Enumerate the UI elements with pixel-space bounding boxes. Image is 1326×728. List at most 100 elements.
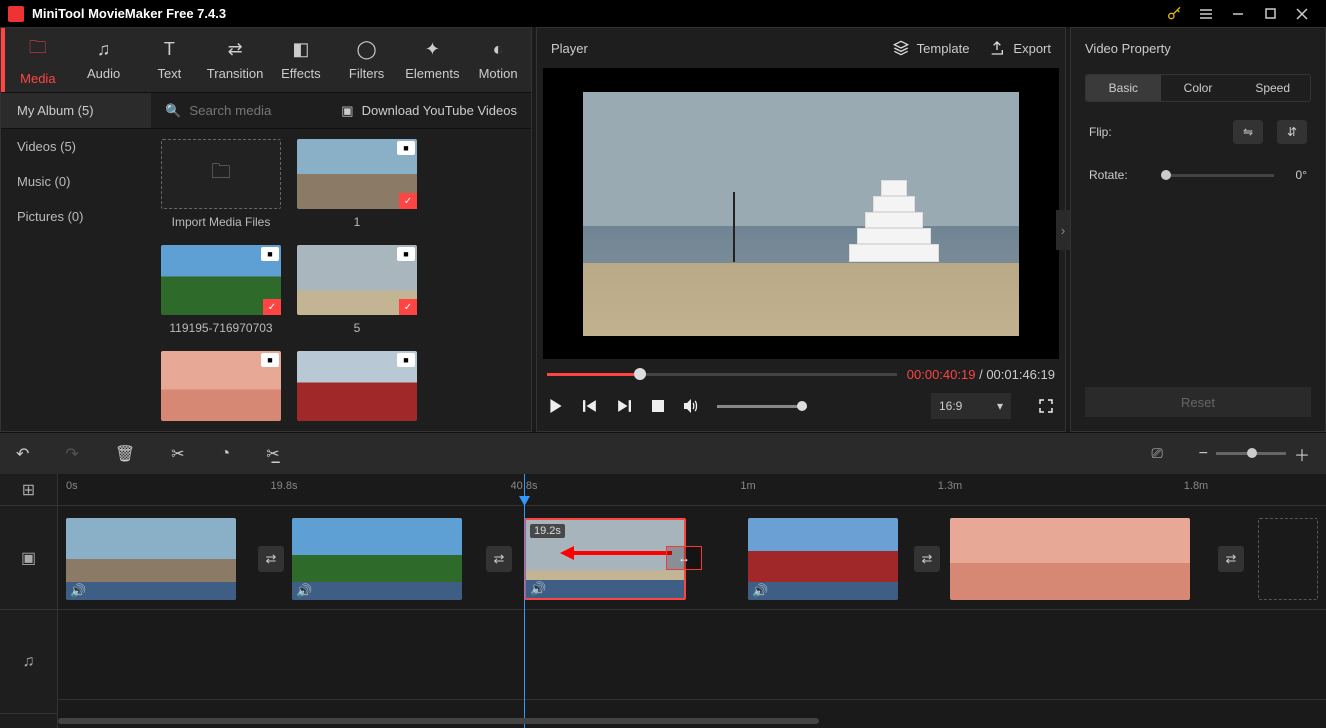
transition-slot[interactable]: ⇄ bbox=[914, 546, 940, 572]
property-title: Video Property bbox=[1071, 28, 1325, 68]
video-track[interactable]: 🔊 ⇄ 🔊 ⇄ 🔊 19.2s ↔ bbox=[58, 506, 1326, 610]
my-album-category[interactable]: My Album (5) bbox=[1, 93, 151, 128]
prop-tab-speed[interactable]: Speed bbox=[1235, 75, 1310, 101]
preview-content bbox=[849, 162, 939, 262]
tab-text[interactable]: TText bbox=[136, 28, 202, 92]
timeline-clip[interactable]: 🔊 bbox=[748, 518, 898, 600]
hamburger-menu-icon[interactable] bbox=[1190, 0, 1222, 27]
reset-button[interactable]: Reset bbox=[1085, 387, 1311, 417]
media-item[interactable]: ■✓ 1 bbox=[297, 139, 417, 229]
tab-transition[interactable]: ⇄Transition bbox=[202, 28, 268, 92]
flip-row: Flip: ⇋ ⇵ bbox=[1071, 108, 1325, 156]
speed-button[interactable]: ◔ bbox=[221, 445, 231, 463]
volume-thumb[interactable] bbox=[797, 401, 807, 411]
media-item[interactable]: ■ bbox=[161, 351, 281, 421]
timeline-clip[interactable] bbox=[950, 518, 1190, 600]
license-key-icon[interactable] bbox=[1158, 0, 1190, 27]
rotate-slider[interactable] bbox=[1161, 174, 1274, 177]
flip-horizontal-button[interactable]: ⇋ bbox=[1233, 120, 1263, 144]
fullscreen-button[interactable] bbox=[1037, 397, 1055, 415]
cat-videos[interactable]: Videos (5) bbox=[1, 129, 151, 164]
import-placeholder[interactable]: 🗀 bbox=[161, 139, 281, 209]
zoom-out-button[interactable]: − bbox=[1199, 445, 1208, 463]
snap-button[interactable]: ⎚ bbox=[1151, 445, 1162, 462]
import-media-cell[interactable]: 🗀 Import Media Files bbox=[161, 139, 281, 229]
tab-audio[interactable]: ♫Audio bbox=[71, 28, 137, 92]
timeline-scrollbar[interactable] bbox=[58, 718, 1326, 726]
stop-button[interactable] bbox=[649, 397, 667, 415]
tab-motion[interactable]: ◐Motion bbox=[465, 28, 531, 92]
undo-button[interactable]: ↶ bbox=[16, 444, 29, 464]
chevron-down-icon: ▾ bbox=[997, 399, 1003, 413]
trim-handle-annotation[interactable]: ↔ bbox=[666, 546, 702, 570]
transition-slot[interactable]: ⇄ bbox=[486, 546, 512, 572]
scrub-bar[interactable]: 00:00:40:19 / 00:01:46:19 bbox=[547, 365, 1055, 383]
timeline-clip-selected[interactable]: 🔊 19.2s bbox=[524, 518, 686, 600]
zoom-slider[interactable] bbox=[1216, 452, 1286, 455]
add-track-button[interactable]: ⊞ bbox=[0, 474, 57, 506]
flip-v-icon: ⇵ bbox=[1287, 125, 1297, 139]
timeline-body[interactable]: 0s 19.8s 40.8s 1m 1.3m 1.8m 🔊 ⇄ 🔊 ⇄ 🔊 bbox=[58, 474, 1326, 728]
preview-viewport[interactable] bbox=[543, 68, 1059, 359]
rotate-row: Rotate: 0° bbox=[1071, 156, 1325, 194]
volume-slider[interactable] bbox=[717, 405, 807, 408]
media-item[interactable]: ■ bbox=[297, 351, 417, 421]
tab-effects[interactable]: ◧Effects bbox=[268, 28, 334, 92]
media-panel: 🗀Media ♫Audio TText ⇄Transition ◧Effects… bbox=[0, 27, 532, 432]
speaker-icon: 🔊 bbox=[530, 581, 546, 597]
crop-button[interactable]: ✂̲ bbox=[266, 444, 279, 464]
playhead[interactable] bbox=[524, 474, 525, 728]
flip-vertical-button[interactable]: ⇵ bbox=[1277, 120, 1307, 144]
media-item[interactable]: ■✓ 119195-716970703 bbox=[161, 245, 281, 335]
tab-elements[interactable]: ✦Elements bbox=[399, 28, 465, 92]
delete-button[interactable]: 🗑 bbox=[115, 444, 135, 464]
rotate-thumb[interactable] bbox=[1161, 170, 1171, 180]
zoom-in-button[interactable]: ＋ bbox=[1294, 442, 1310, 466]
export-icon bbox=[989, 40, 1005, 56]
time-ruler[interactable]: 0s 19.8s 40.8s 1m 1.3m 1.8m bbox=[58, 474, 1326, 506]
motion-icon: ◐ bbox=[493, 39, 504, 60]
template-button[interactable]: Template bbox=[893, 40, 970, 56]
checkmark-icon: ✓ bbox=[399, 299, 417, 315]
aspect-select[interactable]: 16:9 ▾ bbox=[931, 393, 1011, 419]
audio-track-header[interactable]: ♫ bbox=[0, 610, 57, 714]
cat-music[interactable]: Music (0) bbox=[1, 164, 151, 199]
cat-pictures[interactable]: Pictures (0) bbox=[1, 199, 151, 234]
close-button[interactable] bbox=[1286, 0, 1318, 27]
transition-slot[interactable]: ⇄ bbox=[1218, 546, 1244, 572]
timeline-clip[interactable]: 🔊 bbox=[292, 518, 462, 600]
prev-frame-button[interactable] bbox=[581, 397, 599, 415]
split-button[interactable]: ✂ bbox=[171, 444, 184, 464]
zoom-thumb[interactable] bbox=[1247, 448, 1257, 458]
prop-tab-color[interactable]: Color bbox=[1161, 75, 1236, 101]
video-track-header[interactable]: ▣ bbox=[0, 506, 57, 610]
collapse-properties-button[interactable]: › bbox=[1056, 210, 1070, 250]
next-frame-button[interactable] bbox=[615, 397, 633, 415]
scrub-track[interactable] bbox=[547, 373, 897, 376]
maximize-button[interactable] bbox=[1254, 0, 1286, 27]
export-button[interactable]: Export bbox=[989, 40, 1051, 56]
redo-button[interactable]: ↷ bbox=[65, 444, 78, 464]
video-badge-icon: ■ bbox=[397, 247, 415, 261]
search-input[interactable] bbox=[189, 103, 309, 118]
minimize-button[interactable] bbox=[1222, 0, 1254, 27]
tab-filters[interactable]: ◯Filters bbox=[334, 28, 400, 92]
media-thumb[interactable]: ■ bbox=[161, 351, 281, 421]
timeline-clip[interactable]: 🔊 bbox=[66, 518, 236, 600]
audio-track[interactable] bbox=[58, 610, 1326, 700]
download-youtube-button[interactable]: ▣ Download YouTube Videos bbox=[341, 103, 531, 119]
media-thumb[interactable]: ■✓ bbox=[161, 245, 281, 315]
volume-icon[interactable] bbox=[683, 397, 701, 415]
text-icon: T bbox=[164, 39, 175, 60]
tab-media[interactable]: 🗀Media bbox=[5, 28, 71, 92]
prop-tab-basic[interactable]: Basic bbox=[1086, 75, 1161, 101]
add-clip-placeholder[interactable] bbox=[1258, 518, 1318, 600]
play-button[interactable] bbox=[547, 397, 565, 415]
media-item[interactable]: ■✓ 5 bbox=[297, 245, 417, 335]
media-thumb[interactable]: ■✓ bbox=[297, 139, 417, 209]
scrollbar-thumb[interactable] bbox=[58, 718, 819, 724]
media-thumb[interactable]: ■ bbox=[297, 351, 417, 421]
transition-slot[interactable]: ⇄ bbox=[258, 546, 284, 572]
scrub-thumb[interactable] bbox=[634, 368, 646, 380]
media-thumb[interactable]: ■✓ bbox=[297, 245, 417, 315]
